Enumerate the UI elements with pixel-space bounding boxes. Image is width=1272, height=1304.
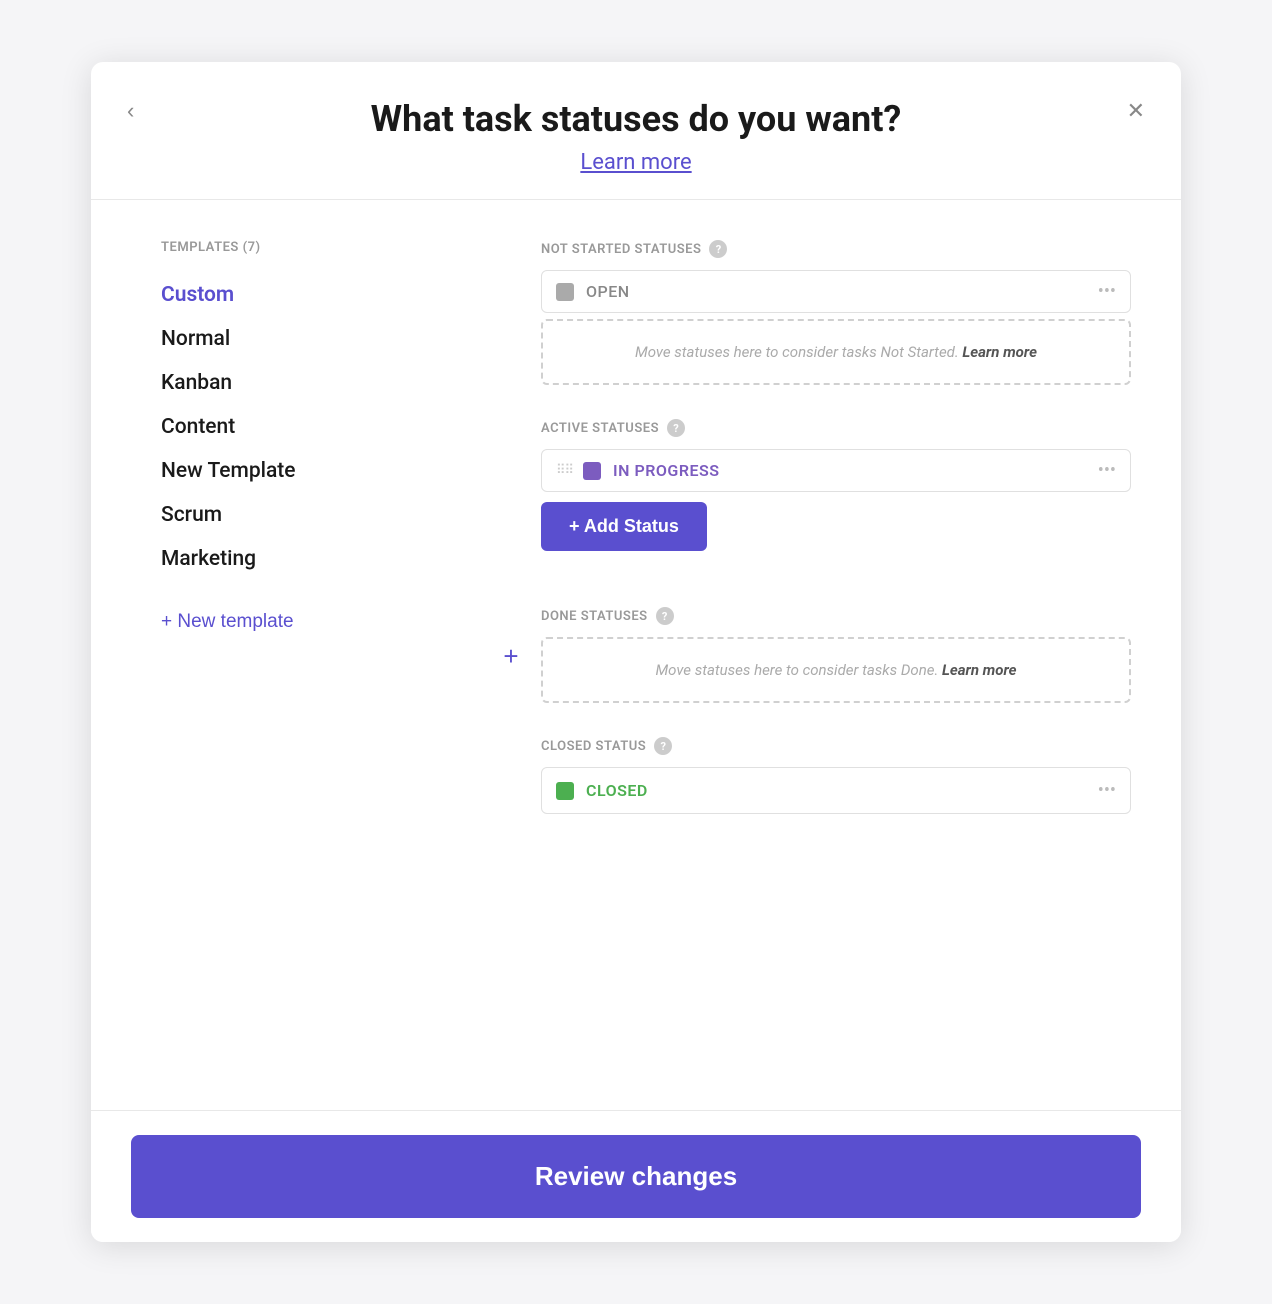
template-list: Custom Normal Kanban Content New Templat… bbox=[161, 273, 481, 581]
done-drop-zone: Move statuses here to consider tasks Don… bbox=[541, 637, 1131, 703]
template-item-content[interactable]: Content bbox=[161, 405, 481, 449]
not-started-label: NOT STARTED STATUSES bbox=[541, 242, 701, 257]
in-progress-color-box bbox=[583, 462, 601, 480]
closed-help-icon[interactable]: ? bbox=[654, 737, 672, 755]
in-progress-more-icon[interactable]: ••• bbox=[1098, 460, 1116, 481]
done-label: DONE STATUSES bbox=[541, 609, 648, 624]
in-progress-drag-handle[interactable]: ⠿⠿ bbox=[556, 463, 573, 478]
templates-label: TEMPLATES (7) bbox=[161, 240, 481, 255]
closed-status-row: CLOSED ••• bbox=[541, 767, 1131, 814]
not-started-drop-zone: Move statuses here to consider tasks Not… bbox=[541, 319, 1131, 385]
in-progress-status-row: ⠿⠿ IN PROGRESS ••• bbox=[541, 449, 1131, 492]
active-label: ACTIVE STATUSES bbox=[541, 421, 659, 436]
header-learn-more-link[interactable]: Learn more bbox=[580, 150, 691, 175]
add-status-button[interactable]: + Add Status bbox=[541, 502, 707, 551]
template-item-scrum[interactable]: Scrum bbox=[161, 493, 481, 537]
closed-color-box bbox=[556, 782, 574, 800]
open-more-icon[interactable]: ••• bbox=[1098, 281, 1116, 302]
done-learn-more-link[interactable]: Learn more bbox=[942, 661, 1017, 679]
template-item-marketing[interactable]: Marketing bbox=[161, 537, 481, 581]
modal-body: TEMPLATES (7) Custom Normal Kanban Conte… bbox=[91, 200, 1181, 1110]
not-started-learn-more-link[interactable]: Learn more bbox=[962, 343, 1037, 361]
modal-footer: Review changes bbox=[91, 1110, 1181, 1242]
done-header: DONE STATUSES ? bbox=[541, 607, 1131, 625]
not-started-section: NOT STARTED STATUSES ? OPEN ••• Move sta… bbox=[541, 240, 1131, 391]
page-title: What task statuses do you want? bbox=[371, 98, 902, 140]
back-button[interactable]: ‹ bbox=[127, 100, 134, 122]
closed-label: CLOSED STATUS bbox=[541, 739, 646, 754]
active-header: ACTIVE STATUSES ? bbox=[541, 419, 1131, 437]
not-started-help-icon[interactable]: ? bbox=[709, 240, 727, 258]
closed-section: CLOSED STATUS ? CLOSED ••• bbox=[541, 737, 1131, 814]
open-status-row: OPEN ••• bbox=[541, 270, 1131, 313]
done-drop-text: Move statuses here to consider tasks Don… bbox=[655, 661, 938, 679]
add-template-col: + bbox=[481, 240, 541, 1070]
add-template-button[interactable]: + bbox=[503, 242, 518, 1070]
closed-header: CLOSED STATUS ? bbox=[541, 737, 1131, 755]
modal-header: ‹ ✕ What task statuses do you want? Lear… bbox=[91, 62, 1181, 200]
template-item-kanban[interactable]: Kanban bbox=[161, 361, 481, 405]
templates-panel: TEMPLATES (7) Custom Normal Kanban Conte… bbox=[161, 240, 481, 1070]
open-status-name: OPEN bbox=[586, 282, 1098, 301]
template-item-normal[interactable]: Normal bbox=[161, 317, 481, 361]
active-section: ACTIVE STATUSES ? ⠿⠿ IN PROGRESS ••• + A… bbox=[541, 419, 1131, 579]
closed-more-icon[interactable]: ••• bbox=[1098, 780, 1116, 801]
not-started-drop-text: Move statuses here to consider tasks Not… bbox=[635, 343, 959, 361]
active-help-icon[interactable]: ? bbox=[667, 419, 685, 437]
close-button[interactable]: ✕ bbox=[1127, 100, 1145, 122]
template-item-custom[interactable]: Custom bbox=[161, 273, 481, 317]
review-changes-button[interactable]: Review changes bbox=[131, 1135, 1141, 1218]
in-progress-status-name: IN PROGRESS bbox=[613, 461, 1098, 480]
done-help-icon[interactable]: ? bbox=[656, 607, 674, 625]
done-section: DONE STATUSES ? Move statuses here to co… bbox=[541, 607, 1131, 709]
template-item-new-template[interactable]: New Template bbox=[161, 449, 481, 493]
statuses-panel: NOT STARTED STATUSES ? OPEN ••• Move sta… bbox=[541, 240, 1131, 1070]
new-template-button[interactable]: + New template bbox=[161, 605, 481, 639]
open-color-box bbox=[556, 283, 574, 301]
closed-status-name: CLOSED bbox=[586, 781, 1098, 800]
not-started-header: NOT STARTED STATUSES ? bbox=[541, 240, 1131, 258]
main-modal: ‹ ✕ What task statuses do you want? Lear… bbox=[91, 62, 1181, 1242]
